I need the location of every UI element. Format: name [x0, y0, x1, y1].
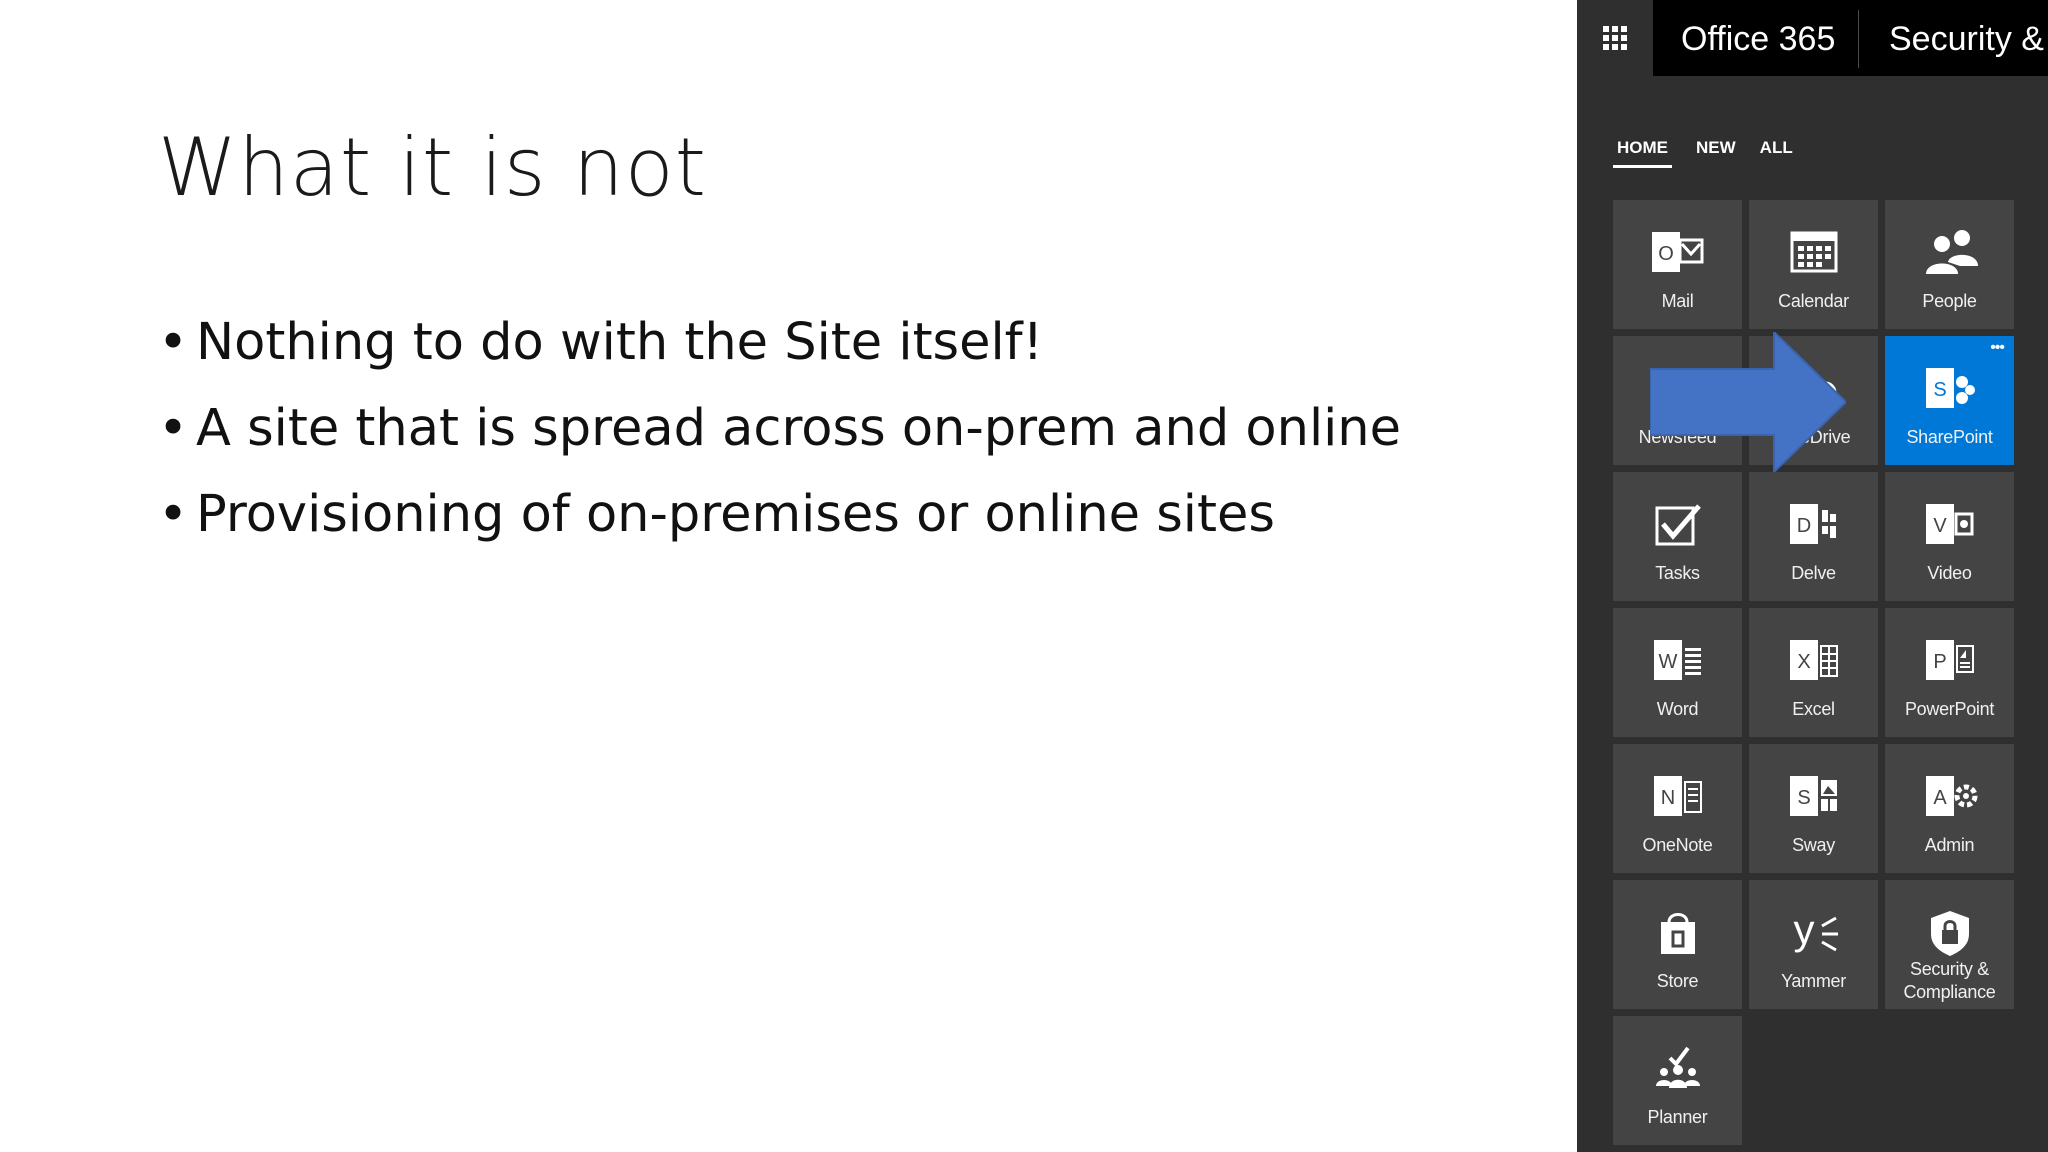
- onenote-icon: N: [1613, 772, 1742, 822]
- svg-text:X: X: [1797, 651, 1810, 673]
- app-tile-word[interactable]: W Word: [1613, 608, 1742, 737]
- calendar-icon: [1749, 228, 1878, 278]
- app-tile-tasks[interactable]: Tasks: [1613, 472, 1742, 601]
- sharepoint-icon: S: [1885, 364, 2014, 414]
- svg-text:V: V: [1933, 515, 1947, 537]
- svg-text:N: N: [1660, 787, 1674, 809]
- app-tile-label: Mail: [1661, 291, 1694, 311]
- tab-new[interactable]: NEW: [1696, 136, 1736, 168]
- app-tile-label: Admin: [1924, 835, 1975, 855]
- app-tile-admin[interactable]: A Admin: [1885, 744, 2014, 873]
- excel-icon: X: [1749, 636, 1878, 686]
- app-tile-label: Store: [1656, 971, 1699, 991]
- app-tile-label: OneNote: [1642, 835, 1713, 855]
- powerpoint-icon: P: [1885, 636, 2014, 686]
- svg-text:S: S: [1797, 787, 1810, 809]
- app-tile-label: PowerPoint: [1904, 699, 1995, 719]
- app-tile-label: Security & Compliance: [1885, 958, 2014, 1004]
- tasks-icon: [1613, 500, 1742, 550]
- svg-text:S: S: [1933, 379, 1946, 401]
- yammer-icon: y: [1749, 908, 1878, 958]
- video-icon: V: [1885, 500, 2014, 550]
- security-compliance-icon: [1885, 908, 2014, 958]
- waffle-icon: [1603, 26, 1627, 50]
- app-tile-onenote[interactable]: N OneNote: [1613, 744, 1742, 873]
- app-tile-label: Planner: [1647, 1107, 1708, 1127]
- divider: [1858, 10, 1859, 68]
- admin-icon: A: [1885, 772, 2014, 822]
- bullet-text: A site that is spread across on-prem and…: [196, 399, 1401, 458]
- slide-title: What it is not: [158, 121, 707, 214]
- bullet-dot: •: [158, 399, 189, 458]
- store-icon: [1613, 908, 1742, 958]
- brand-title[interactable]: Office 365: [1681, 0, 1835, 76]
- more-options-button[interactable]: •••: [1990, 340, 2005, 356]
- svg-text:D: D: [1796, 515, 1810, 537]
- delve-icon: D: [1749, 500, 1878, 550]
- app-tile-powerpoint[interactable]: P PowerPoint: [1885, 608, 2014, 737]
- app-tile-label: People: [1922, 291, 1977, 311]
- sway-icon: S: [1749, 772, 1878, 822]
- app-launcher-button[interactable]: [1577, 0, 1653, 76]
- app-tile-label: Video: [1927, 563, 1972, 583]
- app-tile-label: Word: [1656, 699, 1699, 719]
- top-bar: Office 365 Security &: [1577, 0, 2048, 76]
- app-tile-calendar[interactable]: Calendar: [1749, 200, 1878, 329]
- svg-text:P: P: [1933, 651, 1946, 673]
- app-tile-label: Delve: [1791, 563, 1836, 583]
- app-tile-sway[interactable]: S Sway: [1749, 744, 1878, 873]
- bullet-item: • Nothing to do with the Site itself!: [158, 300, 1401, 386]
- svg-text:O: O: [1658, 243, 1674, 265]
- app-tile-label: SharePoint: [1906, 427, 1993, 447]
- app-tile-label: Sway: [1792, 835, 1835, 855]
- app-tile-sharepoint[interactable]: S SharePoint •••: [1885, 336, 2014, 465]
- app-tile-label: Yammer: [1781, 971, 1846, 991]
- app-tile-store[interactable]: Store: [1613, 880, 1742, 1009]
- planner-icon: [1613, 1044, 1742, 1094]
- bullet-item: • A site that is spread across on-prem an…: [158, 386, 1401, 472]
- bullet-list: • Nothing to do with the Site itself! • A …: [158, 300, 1401, 558]
- pointer-arrow-icon: [1650, 332, 1846, 472]
- svg-text:A: A: [1933, 787, 1947, 809]
- bullet-text: Provisioning of on-premises or online si…: [196, 485, 1275, 544]
- app-tile-excel[interactable]: X Excel: [1749, 608, 1878, 737]
- app-tile-label: Tasks: [1655, 563, 1700, 583]
- app-tile-delve[interactable]: D Delve: [1749, 472, 1878, 601]
- app-tile-label: Calendar: [1778, 291, 1849, 311]
- bullet-dot: •: [158, 485, 189, 544]
- svg-text:y: y: [1793, 908, 1814, 953]
- app-tile-video[interactable]: V Video: [1885, 472, 2014, 601]
- app-tile-people[interactable]: People: [1885, 200, 2014, 329]
- app-tile-label-line: Security &: [1909, 959, 1990, 979]
- app-tile-security-compliance[interactable]: Security & Compliance: [1885, 880, 2014, 1009]
- mail-icon: O: [1613, 228, 1742, 278]
- app-tile-mail[interactable]: O Mail: [1613, 200, 1742, 329]
- app-tile-planner[interactable]: Planner: [1613, 1016, 1742, 1145]
- people-icon: [1885, 228, 2014, 278]
- launcher-tabs: HOME NEW ALL: [1613, 136, 1793, 168]
- tab-home[interactable]: HOME: [1613, 136, 1672, 168]
- app-title[interactable]: Security &: [1889, 0, 2044, 76]
- slide: What it is not • Nothing to do with the S…: [0, 0, 1576, 1152]
- app-tile-label-line: Compliance: [1903, 982, 1996, 1002]
- bullet-dot: •: [158, 313, 189, 372]
- bullet-text: Nothing to do with the Site itself!: [196, 313, 1044, 372]
- bullet-item: • Provisioning of on-premises or online s…: [158, 472, 1401, 558]
- svg-text:W: W: [1658, 651, 1677, 673]
- app-tile-label: Excel: [1792, 699, 1835, 719]
- app-tile-yammer[interactable]: y Yammer: [1749, 880, 1878, 1009]
- tab-all[interactable]: ALL: [1760, 136, 1793, 168]
- app-launcher-panel: Office 365 Security & HOME NEW ALL O Mail…: [1577, 0, 2048, 1152]
- word-icon: W: [1613, 636, 1742, 686]
